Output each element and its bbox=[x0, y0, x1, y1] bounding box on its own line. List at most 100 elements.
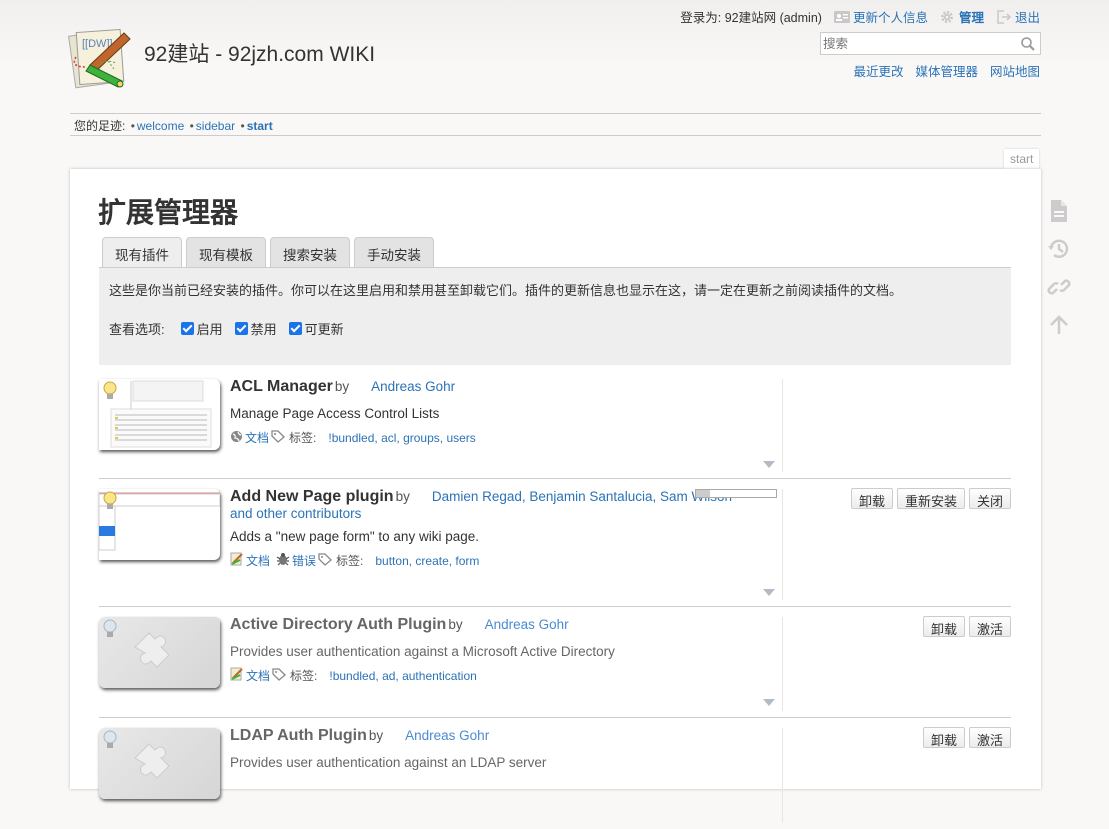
tags-label: 标签: bbox=[290, 669, 318, 683]
plugin-description: Provides user authentication against a M… bbox=[230, 644, 615, 659]
filter-label: 查看选项: bbox=[109, 322, 165, 337]
search-input[interactable] bbox=[821, 33, 1011, 54]
plugin-docs-link[interactable]: 文档 bbox=[246, 667, 270, 684]
revisions-icon[interactable] bbox=[1046, 236, 1072, 260]
tag-icon bbox=[272, 667, 286, 684]
tags-label: 标签: bbox=[336, 554, 364, 568]
plugin-info: Active Directory Auth Plugin by Andreas Go… bbox=[230, 616, 775, 684]
column-divider bbox=[782, 489, 783, 600]
uninstall-button[interactable]: 卸载 bbox=[922, 616, 965, 637]
enable-button[interactable]: 激活 bbox=[968, 727, 1011, 748]
back-to-top-icon[interactable] bbox=[1046, 312, 1072, 336]
plugin-screenshot[interactable] bbox=[99, 379, 220, 450]
plugin-row-addnewpage: Add New Page plugin by Damien Regad, Benja… bbox=[99, 479, 1011, 607]
enabled-bulb-icon bbox=[103, 381, 117, 406]
plugin-name: ACL Manager bbox=[230, 378, 333, 395]
plugin-screenshot-placeholder[interactable] bbox=[99, 617, 220, 688]
tags-label: 标签: bbox=[289, 431, 317, 445]
page-title: 扩展管理器 bbox=[98, 197, 239, 228]
plugin-more-authors-link[interactable]: and other contributors bbox=[230, 506, 361, 521]
enable-button[interactable]: 激活 bbox=[968, 616, 1011, 637]
breadcrumb-separator: • bbox=[130, 119, 135, 133]
user-tools: 登录为: 92建站网 (admin) 更新个人信息 管理 退出 bbox=[680, 7, 1040, 26]
uninstall-button[interactable]: 卸载 bbox=[850, 488, 893, 509]
tab-panel: 这些是你当前已经安装的插件。你可以在这里启用和禁用甚至卸载它们。插件的更新信息也… bbox=[99, 267, 1011, 365]
plugin-tags[interactable]: button, create, form bbox=[375, 554, 479, 568]
by-label: by bbox=[395, 489, 410, 504]
breadcrumb-sidebar[interactable]: sidebar bbox=[196, 119, 235, 133]
show-more-arrow[interactable] bbox=[763, 461, 775, 468]
plugin-info: Add New Page plugin by Damien Regad, Benja… bbox=[230, 488, 775, 569]
plugin-author-link[interactable]: Andreas Gohr bbox=[405, 728, 489, 743]
show-more-arrow[interactable] bbox=[763, 589, 775, 596]
plugin-info: LDAP Auth Plugin by Andreas Gohr Provides … bbox=[230, 727, 775, 770]
tab-manual-install[interactable]: 手动安装 bbox=[354, 237, 434, 267]
checkbox-checked[interactable] bbox=[288, 322, 302, 335]
dokuwiki-logo[interactable]: [[DW]] bbox=[68, 27, 136, 93]
enabled-bulb-icon bbox=[103, 491, 117, 516]
profile-card-icon bbox=[833, 10, 850, 24]
logout-link[interactable]: 退出 bbox=[996, 7, 1040, 26]
plugin-info: ACL Manager by Andreas Gohr Manage Page Ac… bbox=[230, 378, 775, 446]
plugin-author-link[interactable]: Andreas Gohr bbox=[485, 617, 569, 632]
plugin-tags[interactable]: !bundled, acl, groups, users bbox=[328, 431, 475, 445]
filter-disabled-checkbox[interactable]: 禁用 bbox=[234, 319, 277, 338]
plugin-actions: 卸载 激活 bbox=[922, 616, 1011, 637]
site-title[interactable]: 92建站 - 92jzh.com WIKI bbox=[144, 38, 375, 68]
tag-icon bbox=[271, 429, 285, 446]
progress-fill bbox=[696, 490, 711, 497]
sitemap-link[interactable]: 网站地图 bbox=[990, 61, 1040, 80]
show-more-arrow[interactable] bbox=[763, 699, 775, 706]
show-page-icon[interactable] bbox=[1046, 198, 1072, 222]
plugin-author-link[interactable]: Andreas Gohr bbox=[371, 379, 455, 394]
logout-icon bbox=[996, 9, 1012, 24]
plugin-name: Active Directory Auth Plugin bbox=[230, 616, 447, 633]
breadcrumb-welcome[interactable]: welcome bbox=[137, 119, 184, 133]
media-manager-link[interactable]: 媒体管理器 bbox=[915, 61, 978, 80]
plugin-description: Provides user authentication against an … bbox=[230, 755, 547, 770]
reinstall-button[interactable]: 重新安装 bbox=[896, 488, 965, 509]
disable-button[interactable]: 关闭 bbox=[968, 488, 1011, 509]
admin-label: 管理 bbox=[958, 11, 984, 25]
logged-in-as: 登录为: 92建站网 (admin) bbox=[680, 11, 822, 25]
plugin-author-link[interactable]: Damien Regad, Benjamin Santalucia, Sam W… bbox=[432, 489, 732, 504]
filter-disabled-label: 禁用 bbox=[250, 322, 277, 337]
column-divider bbox=[782, 379, 783, 472]
column-divider bbox=[782, 617, 783, 711]
plugin-links: 文档 错误 标签: button, create, form bbox=[230, 552, 775, 569]
tab-installed-plugins[interactable]: 现有插件 bbox=[102, 237, 182, 268]
logout-label: 退出 bbox=[1014, 11, 1040, 25]
bug-icon bbox=[276, 552, 290, 569]
plugin-bugs-link[interactable]: 错误 bbox=[292, 552, 316, 569]
backlinks-icon[interactable] bbox=[1046, 274, 1072, 298]
plugin-tags[interactable]: !bundled, ad, authentication bbox=[329, 669, 476, 683]
update-profile-link[interactable]: 更新个人信息 bbox=[833, 7, 928, 26]
recent-changes-link[interactable]: 最近更改 bbox=[853, 61, 903, 80]
admin-link[interactable]: 管理 bbox=[940, 7, 984, 26]
plugin-docs-link[interactable]: 文档 bbox=[245, 429, 269, 446]
breadcrumb-start[interactable]: start bbox=[247, 119, 273, 133]
search-icon[interactable] bbox=[1020, 36, 1036, 52]
tab-installed-templates[interactable]: 现有模板 bbox=[186, 237, 266, 267]
filter-updatable-checkbox[interactable]: 可更新 bbox=[288, 319, 344, 338]
checkbox-checked[interactable] bbox=[180, 322, 194, 335]
intro-text: 这些是你当前已经安装的插件。你可以在这里启用和禁用甚至卸载它们。插件的更新信息也… bbox=[109, 283, 903, 298]
disabled-bulb-icon bbox=[103, 730, 117, 755]
checkbox-checked[interactable] bbox=[234, 322, 248, 335]
plugin-row-authldap: LDAP Auth Plugin by Andreas Gohr Provides … bbox=[99, 718, 1011, 829]
breadcrumb-separator: • bbox=[240, 119, 245, 133]
extension-tabs: 现有插件 现有模板 搜索安装 手动安装 bbox=[102, 237, 434, 268]
plugin-row-acl: ACL Manager by Andreas Gohr Manage Page Ac… bbox=[99, 369, 1011, 479]
plugin-links: 文档 标签: !bundled, acl, groups, users bbox=[230, 429, 775, 446]
view-filters: 查看选项: 启用 禁用 可更新 bbox=[109, 319, 356, 338]
by-label: by bbox=[448, 617, 463, 632]
by-label: by bbox=[368, 728, 384, 743]
filter-enabled-checkbox[interactable]: 启用 bbox=[180, 319, 223, 338]
uninstall-button[interactable]: 卸载 bbox=[922, 727, 965, 748]
plugin-screenshot[interactable] bbox=[99, 489, 220, 560]
plugin-links: 文档 标签: !bundled, ad, authentication bbox=[230, 667, 775, 684]
plugin-docs-link[interactable]: 文档 bbox=[246, 552, 270, 569]
plugin-screenshot-placeholder[interactable] bbox=[99, 728, 220, 799]
tab-search-install[interactable]: 搜索安装 bbox=[270, 237, 350, 267]
gear-icon bbox=[940, 10, 956, 24]
